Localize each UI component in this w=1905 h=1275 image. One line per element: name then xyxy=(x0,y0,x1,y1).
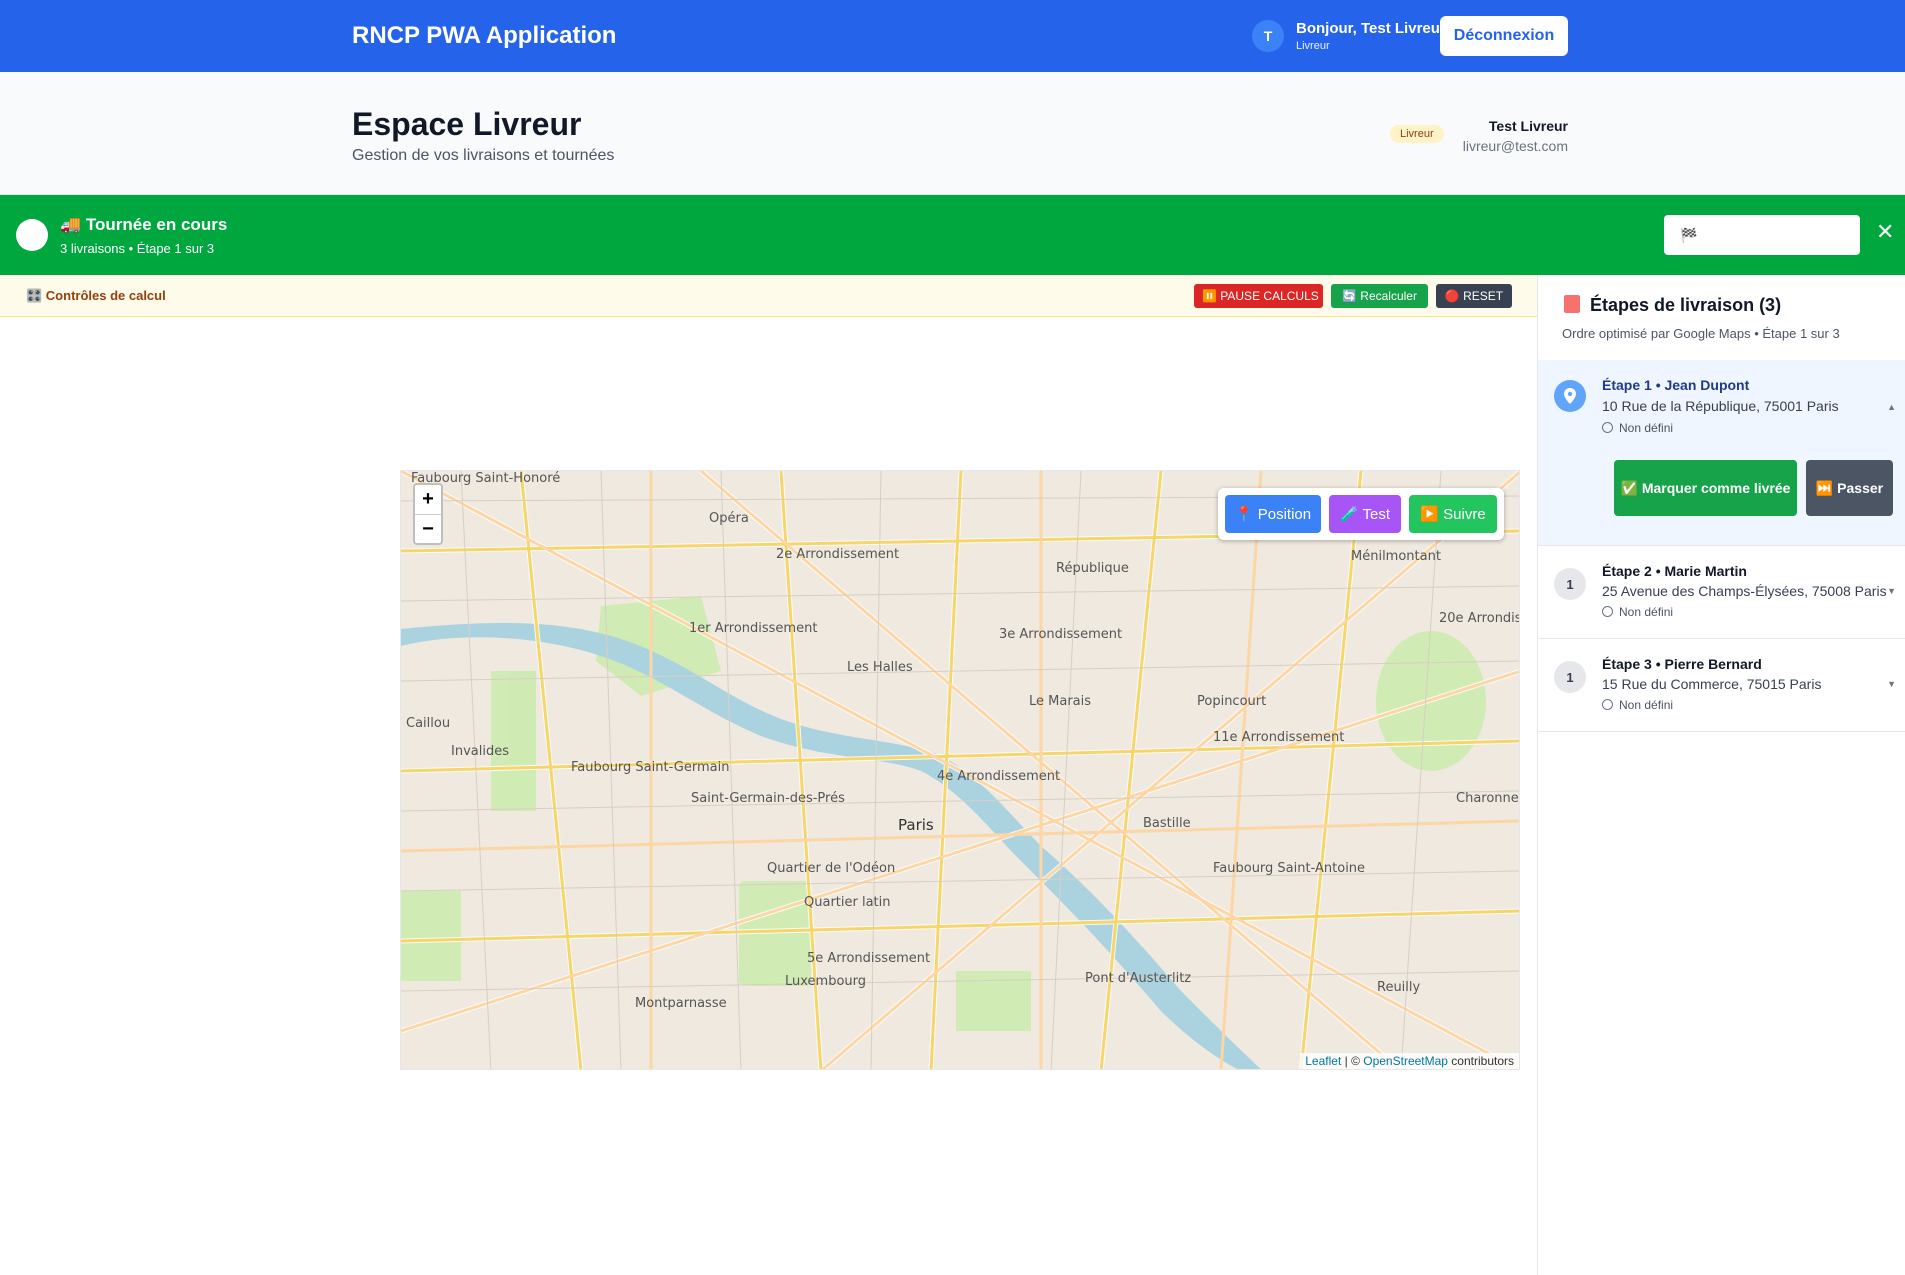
delivery-steps-panel: Étapes de livraison (3) Ordre optimisé p… xyxy=(1537,275,1905,1275)
steps-title: Étapes de livraison (3) xyxy=(1564,295,1781,316)
clock-icon xyxy=(1602,699,1613,710)
attribution-text: contributors xyxy=(1447,1054,1514,1068)
map-label: 11e Arrondissement xyxy=(1213,730,1345,745)
delivery-stop[interactable]: 1 Étape 3 • Pierre Bernard 15 Rue du Com… xyxy=(1538,639,1905,732)
leaflet-link[interactable]: Leaflet xyxy=(1305,1054,1341,1068)
stop-name: Étape 1 • Jean Dupont xyxy=(1602,377,1750,393)
follow-button[interactable]: ▶️ Suivre xyxy=(1409,495,1497,533)
clock-icon xyxy=(1602,606,1613,617)
map-label: Reuilly xyxy=(1377,980,1421,995)
tour-summary: 3 livraisons • Étape 1 sur 3 xyxy=(60,241,215,256)
map-label: Popincourt xyxy=(1197,694,1267,709)
stop-number: 1 xyxy=(1554,661,1586,693)
stop-status-text: Non défini xyxy=(1619,421,1674,435)
logout-button[interactable]: Déconnexion xyxy=(1440,16,1568,56)
pause-calc-button[interactable]: ⏸️ PAUSE CALCULS xyxy=(1194,284,1323,308)
delivery-map[interactable]: Faubourg Saint-Honoré Opéra 2e Arrondiss… xyxy=(400,470,1520,1070)
zoom-out-button[interactable]: − xyxy=(415,514,441,543)
attribution-separator: | © xyxy=(1341,1054,1364,1068)
map-label: Charonne xyxy=(1456,791,1519,806)
tour-status-indicator xyxy=(16,219,48,251)
map-attribution: Leaflet | © OpenStreetMap contributors xyxy=(1300,1053,1519,1069)
map-label: Faubourg Saint-Germain xyxy=(571,760,730,775)
map-controls: 📍 Position 🧪 Test ▶️ Suivre xyxy=(1218,488,1504,540)
steps-subtitle: Ordre optimisé par Google Maps • Étape 1… xyxy=(1562,326,1840,341)
user-role: Livreur xyxy=(1296,40,1330,52)
osm-link[interactable]: OpenStreetMap xyxy=(1363,1054,1448,1068)
test-button[interactable]: 🧪 Test xyxy=(1329,495,1401,533)
steps-title-text: Étapes de livraison (3) xyxy=(1590,295,1782,315)
close-icon[interactable]: ✕ xyxy=(1876,219,1894,245)
stop-status-text: Non défini xyxy=(1619,698,1674,712)
tour-title: 🚚 Tournée en cours xyxy=(60,215,228,234)
chevron-down-icon[interactable]: ▼ xyxy=(1887,679,1896,689)
profile-name: Test Livreur xyxy=(1488,118,1568,134)
map-label: Paris xyxy=(898,816,934,834)
map-label: Opéra xyxy=(709,511,749,526)
tour-finish-field[interactable]: 🏁 xyxy=(1664,215,1860,255)
clock-icon xyxy=(1602,422,1613,433)
chevron-down-icon[interactable]: ▼ xyxy=(1887,586,1896,596)
map-label: 4e Arrondissement xyxy=(937,769,1061,784)
page-title: Espace Livreur xyxy=(352,106,582,142)
chevron-up-icon[interactable]: ▲ xyxy=(1887,402,1896,412)
role-badge: Livreur xyxy=(1390,125,1444,143)
map-label: Le Marais xyxy=(1029,694,1092,709)
app-title: RNCP PWA Application xyxy=(352,22,617,49)
map-label: Pont d'Austerlitz xyxy=(1085,971,1192,986)
map-label: Quartier latin xyxy=(804,895,891,910)
map-label: Montparnasse xyxy=(635,996,727,1011)
position-button[interactable]: 📍 Position xyxy=(1225,495,1321,533)
stop-name: Étape 2 • Marie Martin xyxy=(1602,563,1747,579)
stop-address: 15 Rue du Commerce, 75015 Paris xyxy=(1602,676,1822,692)
reset-button[interactable]: 🔴 RESET xyxy=(1436,284,1512,308)
page-header: Espace Livreur Gestion de vos livraisons… xyxy=(0,72,1905,195)
mark-delivered-button[interactable]: ✅ Marquer comme livrée xyxy=(1614,460,1797,516)
skip-button[interactable]: ⏭️ Passer xyxy=(1806,460,1893,516)
map-label: Invalides xyxy=(451,744,509,759)
map-label: Saint-Germain-des-Prés xyxy=(691,791,845,806)
map-label: Caillou xyxy=(406,716,451,731)
stop-status: Non défini xyxy=(1602,421,1673,435)
zoom-control: + − xyxy=(413,483,443,545)
map-label: Faubourg Saint-Antoine xyxy=(1213,861,1366,876)
map-label: 5e Arrondissement xyxy=(807,951,931,966)
top-nav: RNCP PWA Application T Bonjour, Test Liv… xyxy=(0,0,1905,72)
location-pin-icon xyxy=(1554,380,1586,412)
stop-name: Étape 3 • Pierre Bernard xyxy=(1602,656,1762,672)
map-label: Les Halles xyxy=(847,660,913,675)
stop-address: 10 Rue de la République, 75001 Paris xyxy=(1602,398,1839,414)
zoom-in-button[interactable]: + xyxy=(415,485,441,514)
map-label: 3e Arrondissement xyxy=(999,627,1123,642)
stop-status: Non défini xyxy=(1602,698,1673,712)
page-subtitle: Gestion de vos livraisons et tournées xyxy=(352,147,615,164)
map-label: Ménilmontant xyxy=(1351,549,1441,564)
user-avatar: T xyxy=(1252,20,1284,52)
delivery-stop[interactable]: Étape 1 • Jean Dupont 10 Rue de la Répub… xyxy=(1538,360,1905,546)
map-label: République xyxy=(1056,561,1129,576)
delivery-stop[interactable]: 1 Étape 2 • Marie Martin 25 Avenue des C… xyxy=(1538,546,1905,639)
calc-controls-bar: 🎛️ Contrôles de calcul ⏸️ PAUSE CALCULS … xyxy=(0,275,1537,317)
recalculate-button[interactable]: 🔄 Recalculer xyxy=(1331,284,1428,308)
map-label: 1er Arrondissement xyxy=(689,621,818,636)
map-label: 2e Arrondissement xyxy=(776,547,900,562)
map-label: Quartier de l'Odéon xyxy=(767,861,896,876)
map-label: Luxembourg xyxy=(785,974,867,989)
stop-number: 1 xyxy=(1554,568,1586,600)
map-label: Bastille xyxy=(1143,816,1191,831)
clipboard-icon xyxy=(1564,295,1580,313)
profile-email: livreur@test.com xyxy=(1462,138,1568,154)
stop-address: 25 Avenue des Champs-Élysées, 75008 Pari… xyxy=(1602,583,1887,599)
tour-banner: 🚚 Tournée en cours 3 livraisons • Étape … xyxy=(0,195,1905,275)
map-label: 20e Arrondissement xyxy=(1439,611,1519,626)
user-greeting: Bonjour, Test Livreur xyxy=(1296,20,1446,37)
stop-status-text: Non défini xyxy=(1619,605,1674,619)
calc-controls-label: 🎛️ Contrôles de calcul xyxy=(26,288,166,303)
stop-status: Non défini xyxy=(1602,605,1673,619)
